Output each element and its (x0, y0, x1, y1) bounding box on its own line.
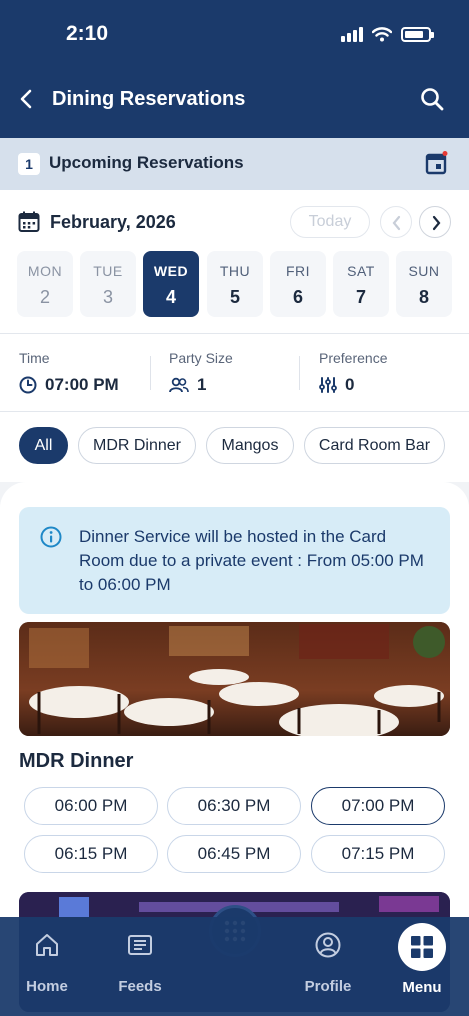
day-name: THU (219, 263, 251, 279)
chevron-left-icon (392, 215, 401, 231)
page-title: Dining Reservations (52, 88, 246, 110)
reservation-filters: Time 07:00 PM Party Size 1 Preference 0 (0, 334, 469, 412)
info-notice: Dinner Service will be hosted in the Car… (19, 507, 450, 614)
sliders-icon (319, 377, 337, 393)
upcoming-reservations-bar[interactable]: 1 Upcoming Reservations (0, 138, 469, 190)
menu-grid-icon (411, 936, 433, 958)
tab-feeds-label: Feeds (118, 978, 162, 995)
signal-icon (341, 26, 363, 42)
chip-all[interactable]: All (19, 427, 68, 464)
clock-icon (19, 376, 37, 394)
tab-menu-label: Menu (402, 979, 442, 996)
menu-active-indicator (398, 923, 446, 971)
day-wed[interactable]: WED 4 (143, 251, 199, 317)
day-sun[interactable]: SUN 8 (396, 251, 452, 317)
back-arrow-icon[interactable] (14, 86, 40, 112)
day-date: 4 (165, 287, 176, 307)
chip-mangos[interactable]: Mangos (206, 427, 294, 464)
day-name: WED (153, 263, 189, 279)
upcoming-label: Upcoming Reservations (49, 153, 244, 172)
day-name: SUN (408, 263, 440, 279)
time-label: Time (19, 350, 50, 366)
chevron-right-icon (432, 215, 441, 231)
people-icon (169, 377, 189, 393)
preference-value: 0 (345, 375, 355, 394)
previous-week-button[interactable] (380, 206, 412, 238)
time-slot[interactable]: 06:45 PM (167, 835, 301, 873)
day-date: 8 (418, 287, 429, 307)
day-picker: MON 2 TUE 3 WED 4 THU 5 FRI 6 SAT 7 SUN 8 (0, 250, 469, 334)
time-slot[interactable]: 07:15 PM (311, 835, 445, 873)
calendar-icon (18, 211, 40, 232)
month-label: February, 2026 (50, 212, 176, 232)
party-size-value: 1 (197, 375, 207, 394)
tab-menu[interactable]: Menu (382, 923, 462, 996)
party-size-label: Party Size (169, 350, 233, 366)
calendar-notification-icon[interactable] (425, 150, 449, 176)
day-thu[interactable]: THU 5 (207, 251, 263, 317)
day-date: 2 (39, 287, 50, 307)
tab-profile[interactable]: Profile (288, 931, 368, 995)
profile-icon (315, 932, 341, 958)
upcoming-count-badge: 1 (18, 153, 40, 175)
day-date: 6 (292, 287, 303, 307)
time-filter[interactable]: Time 07:00 PM (19, 350, 119, 395)
filter-divider (299, 356, 300, 390)
day-date: 3 (102, 287, 113, 307)
party-size-filter[interactable]: Party Size 1 (169, 350, 233, 395)
tab-feeds[interactable]: Feeds (100, 931, 180, 995)
wifi-icon (372, 26, 392, 41)
day-name: TUE (93, 263, 123, 279)
time-slot[interactable]: 06:15 PM (24, 835, 158, 873)
status-icons (341, 26, 434, 42)
battery-icon (401, 26, 434, 42)
venue-title: MDR Dinner (19, 750, 134, 772)
app-header: Dining Reservations (0, 72, 469, 138)
day-fri[interactable]: FRI 6 (270, 251, 326, 317)
today-button[interactable]: Today (290, 206, 370, 238)
tab-profile-label: Profile (304, 978, 352, 995)
status-bar: 2:10 (0, 0, 469, 72)
home-icon (36, 934, 58, 956)
time-slot[interactable]: 06:00 PM (24, 787, 158, 825)
bottom-tab-bar: Home Feeds Profile Menu (0, 917, 469, 1016)
feeds-icon (128, 935, 152, 955)
time-slot[interactable]: 06:30 PM (167, 787, 301, 825)
time-value: 07:00 PM (45, 375, 119, 394)
month-row: February, 2026 Today (0, 190, 469, 250)
mdr-dinner-photo[interactable] (19, 622, 450, 736)
info-icon (40, 526, 62, 548)
chip-mdr-dinner[interactable]: MDR Dinner (78, 427, 196, 464)
next-week-button[interactable] (419, 206, 451, 238)
day-name: FRI (285, 263, 311, 279)
tab-home[interactable]: Home (7, 931, 87, 995)
notice-text: Dinner Service will be hosted in the Car… (79, 527, 424, 594)
day-name: MON (27, 263, 63, 279)
day-mon[interactable]: MON 2 (17, 251, 73, 317)
day-date: 5 (229, 287, 240, 307)
preference-filter[interactable]: Preference 0 (319, 350, 387, 395)
chip-card-room-bar[interactable]: Card Room Bar (304, 427, 445, 464)
day-name: SAT (347, 263, 375, 279)
day-tue[interactable]: TUE 3 (80, 251, 136, 317)
time-slot-selected[interactable]: 07:00 PM (311, 787, 445, 825)
search-icon[interactable] (419, 86, 445, 112)
day-sat[interactable]: SAT 7 (333, 251, 389, 317)
filter-divider (150, 356, 151, 390)
preference-label: Preference (319, 350, 388, 366)
venue-filter-chips: All MDR Dinner Mangos Card Room Bar (0, 412, 469, 482)
day-date: 7 (355, 287, 366, 307)
tab-home-label: Home (26, 978, 68, 995)
status-time: 2:10 (66, 22, 109, 45)
